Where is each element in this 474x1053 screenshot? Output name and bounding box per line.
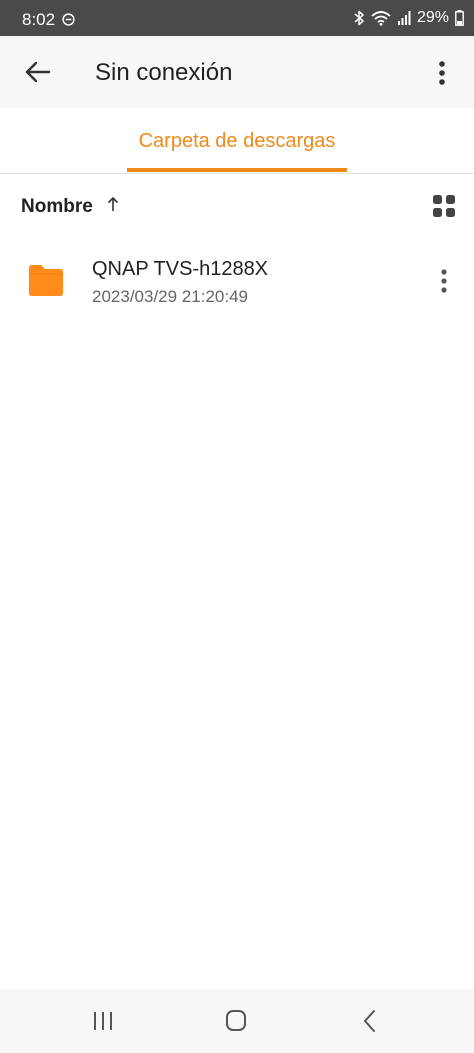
tab-label: Carpeta de descargas: [138, 130, 336, 152]
file-date: 2023/03/29 21:20:49: [92, 287, 248, 306]
recents-icon[interactable]: [88, 1007, 118, 1035]
tab-bar: Carpeta de descargas: [0, 108, 474, 174]
more-options-button[interactable]: [430, 56, 454, 90]
back-button[interactable]: [20, 54, 56, 90]
status-bar: 8:02 29%: [0, 0, 474, 36]
arrow-up-icon[interactable]: [106, 196, 120, 212]
item-more-button[interactable]: [434, 264, 454, 298]
more-vertical-icon: [439, 61, 445, 85]
grid-view-icon[interactable]: [432, 194, 456, 218]
folder-icon: [29, 265, 63, 296]
list-item[interactable]: QNAP TVS-h1288X 2023/03/29 21:20:49: [0, 240, 474, 324]
wifi-icon: [371, 11, 391, 26]
tab-carpeta-de-descargas[interactable]: Carpeta de descargas: [127, 108, 347, 172]
back-icon[interactable]: [356, 1007, 386, 1035]
sort-by-name-button[interactable]: Nombre: [21, 196, 93, 218]
home-icon[interactable]: [221, 1007, 251, 1035]
sort-bar: Nombre: [0, 174, 474, 238]
system-nav-bar: [0, 989, 474, 1053]
more-vertical-icon: [441, 269, 447, 293]
bluetooth-icon: [354, 10, 364, 26]
status-time: 8:02: [22, 10, 56, 29]
do-not-disturb-icon: [62, 13, 75, 26]
status-icons: 29%: [353, 8, 464, 28]
signal-icon: [397, 11, 411, 25]
app-bar: Sin conexión: [0, 36, 474, 108]
file-name: QNAP TVS-h1288X: [92, 258, 269, 280]
tab-indicator: [127, 168, 347, 172]
battery-icon: [455, 10, 464, 26]
page-title: Sin conexión: [95, 59, 233, 86]
arrow-left-icon: [25, 61, 51, 83]
battery-percentage: 29%: [416, 9, 449, 26]
